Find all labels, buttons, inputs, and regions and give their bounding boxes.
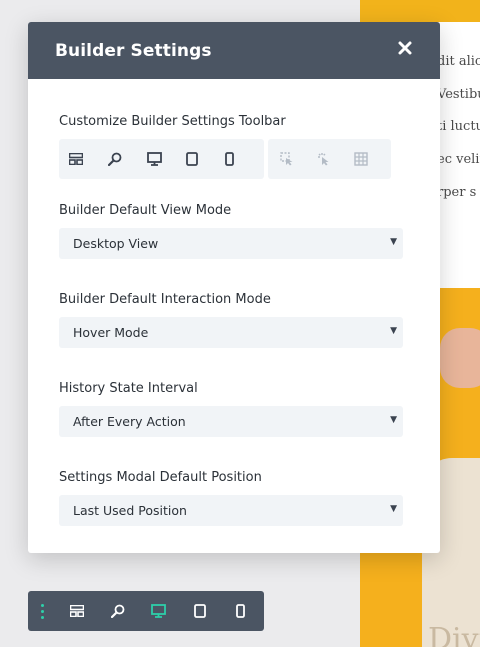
wireframe-icon[interactable] [56,591,97,631]
grid-mode-icon[interactable] [354,139,391,179]
close-icon[interactable] [396,40,414,58]
history-interval-value: After Every Action [73,414,186,429]
history-interval-select[interactable]: After Every Action ▼ [59,406,403,437]
customize-toolbar-label: Customize Builder Settings Toolbar [59,114,286,129]
chevron-down-icon: ▼ [390,415,397,425]
zoom-icon[interactable] [108,139,147,179]
interaction-mode-select[interactable]: Hover Mode ▼ [59,317,403,348]
interaction-mode-value: Hover Mode [73,325,149,340]
view-mode-value: Desktop View [73,236,159,251]
toolbar-group-view [59,139,264,179]
background-hand-image [440,328,480,388]
history-interval-label: History State Interval [59,381,198,396]
view-mode-field: Builder Default View Mode Desktop View ▼ [59,203,403,259]
modal-position-label: Settings Modal Default Position [59,470,262,485]
builder-bottom-toolbar [28,591,264,631]
drag-handle-icon[interactable] [28,591,56,631]
interaction-mode-label: Builder Default Interaction Mode [59,292,271,307]
phone-icon[interactable] [225,139,264,179]
tablet-icon[interactable] [186,139,225,179]
background-hero-text: Divi [428,622,480,647]
phone-icon[interactable] [220,591,261,631]
hover-mode-icon[interactable] [317,139,354,179]
desktop-icon[interactable] [147,139,186,179]
modal-header[interactable]: Builder Settings [28,22,440,79]
modal-position-field: Settings Modal Default Position Last Use… [59,470,403,526]
modal-position-select[interactable]: Last Used Position ▼ [59,495,403,526]
interaction-mode-field: Builder Default Interaction Mode Hover M… [59,292,403,348]
background-text-line: rper s [437,185,477,200]
toolbar-options [59,139,403,179]
tablet-icon[interactable] [179,591,220,631]
chevron-down-icon: ▼ [390,504,397,514]
chevron-down-icon: ▼ [390,237,397,247]
zoom-icon[interactable] [97,591,138,631]
builder-settings-modal: Builder Settings Customize Builder Setti… [28,22,440,553]
wireframe-icon[interactable] [69,139,108,179]
background-text-line: Vestibu [437,87,480,102]
desktop-icon[interactable] [138,591,179,631]
history-interval-field: History State Interval After Every Actio… [59,381,403,437]
modal-title: Builder Settings [55,40,212,61]
view-mode-label: Builder Default View Mode [59,203,232,218]
background-text-line: dit alic [437,54,480,69]
customize-toolbar-field: Customize Builder Settings Toolbar [59,114,403,179]
chevron-down-icon: ▼ [390,326,397,336]
modal-position-value: Last Used Position [73,503,187,518]
view-mode-select[interactable]: Desktop View ▼ [59,228,403,259]
click-mode-icon[interactable] [280,139,317,179]
background-header-strip [360,0,480,22]
toolbar-group-modes [268,139,391,179]
background-text-line: ec velit [437,152,480,167]
background-text-line: ti luctu [437,119,480,134]
